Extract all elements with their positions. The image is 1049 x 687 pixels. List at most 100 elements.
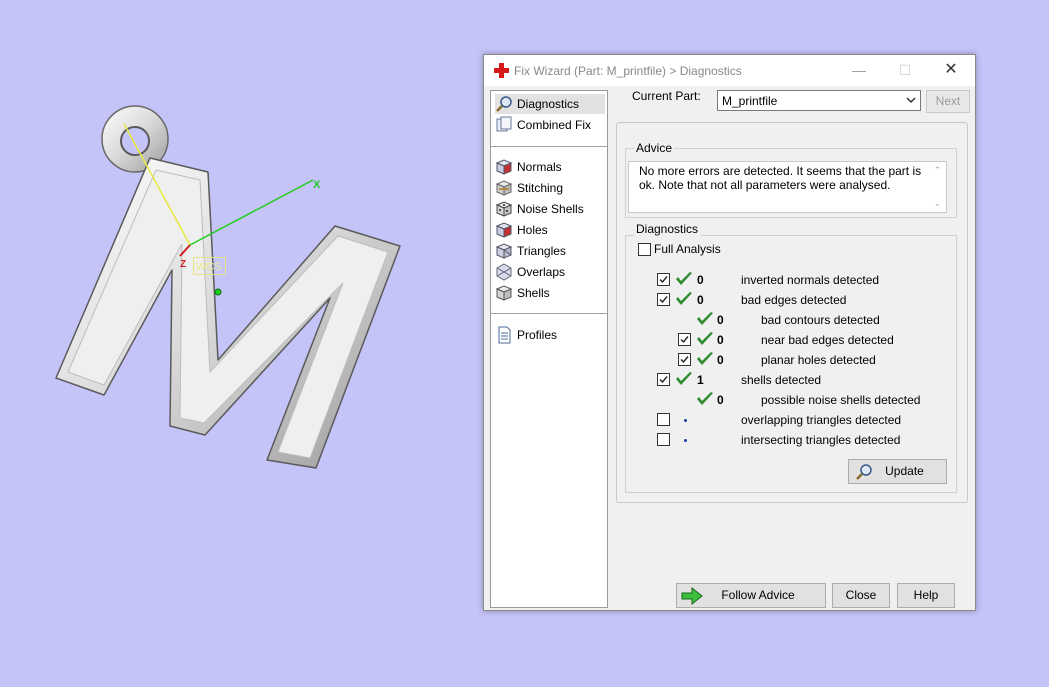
advice-textbox[interactable]: No more errors are detected. It seems th… [628,161,947,213]
update-button[interactable]: Update [848,459,947,484]
not-analysed-dot-icon [684,419,687,422]
stitching-icon [495,180,513,196]
diagnostics-group-title: Diagnostics [634,222,701,236]
nav-label: Diagnostics [517,97,580,111]
nav-label: Normals [517,160,562,174]
full-analysis-label: Full Analysis [654,242,721,256]
diagnostic-checkbox[interactable] [678,333,691,346]
diagnostic-count: 0 [697,293,704,307]
follow-advice-button[interactable]: Follow Advice [676,583,826,608]
chevron-down-icon [906,97,916,104]
checkmark-icon [659,376,668,384]
diagnostic-count: 0 [697,273,704,287]
follow-advice-label: Follow Advice [721,588,795,602]
red-cross-icon [494,63,509,78]
green-check-icon [675,291,693,307]
nav-item-shells[interactable]: Shells [495,283,605,303]
next-button[interactable]: Next [926,90,970,113]
nav-label: Triangles [517,244,566,258]
diagnostic-count: 0 [717,393,724,407]
diagnostic-label: inverted normals detected [741,273,880,287]
diagnostic-label: bad contours detected [761,313,880,327]
nav-item-diagnostics[interactable]: Diagnostics [495,94,605,114]
nav-label: Noise Shells [517,202,584,216]
normals-cube-icon [495,159,513,175]
title-bar[interactable]: Fix Wizard (Part: M_printfile) > Diagnos… [484,55,975,86]
wizard-nav-panel: Diagnostics Combined Fix Normals Stitchi… [490,90,608,608]
shells-icon [495,285,513,301]
close-button[interactable]: Close [832,583,890,608]
model-m-letter [55,105,401,469]
not-analysed-dot-icon [684,439,687,442]
noise-shells-icon [495,201,513,217]
nav-item-holes[interactable]: Holes [495,220,605,240]
holes-icon [495,222,513,238]
nav-label: Holes [517,223,548,237]
nav-item-profiles[interactable]: Profiles [495,325,605,345]
nav-label: Stitching [517,181,564,195]
checkmark-icon [659,296,668,304]
nav-item-combined-fix[interactable]: Combined Fix [495,115,605,135]
minimize-button[interactable]: — [836,55,882,86]
nav-label: Overlaps [517,265,566,279]
nav-label: Shells [517,286,550,300]
profiles-icon [498,326,511,344]
nav-item-triangles[interactable]: Triangles [495,241,605,261]
nav-item-normals[interactable]: Normals [495,157,605,177]
update-label: Update [885,464,924,478]
full-analysis-checkbox[interactable] [638,243,651,256]
checkmark-icon [680,356,689,364]
current-part-label: Current Part: [632,89,701,103]
checkmark-icon [680,336,689,344]
diagnostic-checkbox[interactable] [657,293,670,306]
nav-separator [491,313,607,314]
green-check-icon [675,271,693,287]
scroll-down-icon[interactable]: ⌄ [932,198,943,208]
green-arrow-icon [681,587,703,605]
diagnostic-checkbox[interactable] [657,433,670,446]
advice-text: No more errors are detected. It seems th… [639,164,922,192]
diagnostic-checkbox[interactable] [657,273,670,286]
green-check-icon [696,331,714,347]
nav-label: Profiles [517,328,558,342]
nav-item-stitching[interactable]: Stitching [495,178,605,198]
diagnostic-checkbox[interactable] [657,373,670,386]
magnifier-icon [496,96,512,112]
wcs-label: WCS [193,257,226,275]
green-check-icon [696,351,714,367]
3d-viewport[interactable]: X Z WCS [0,0,470,687]
diagnostic-count: 1 [697,373,704,387]
fix-wizard-dialog: Fix Wizard (Part: M_printfile) > Diagnos… [483,54,976,611]
maximize-button[interactable]: ☐ [882,55,928,86]
nav-label: Combined Fix [517,118,592,132]
checkmark-icon [659,276,668,284]
diagnostic-label: shells detected [741,373,822,387]
current-part-dropdown[interactable]: M_printfile [717,90,921,111]
green-check-icon [675,371,693,387]
nav-item-overlaps[interactable]: Overlaps [495,262,605,282]
advice-group-title: Advice [634,141,675,155]
diagnostic-checkbox[interactable] [678,353,691,366]
help-button[interactable]: Help [897,583,955,608]
axis-z-label: Z [180,259,187,270]
nav-separator [491,146,607,147]
diagnostic-checkbox[interactable] [657,413,670,426]
diagnostic-label: near bad edges detected [761,333,894,347]
green-check-icon [696,391,714,407]
magnifier-icon [856,464,872,480]
diagnostic-count: 0 [717,313,724,327]
overlaps-icon [496,263,512,281]
green-check-icon [696,311,714,327]
diagnostic-count: 0 [717,333,724,347]
axis-x-label: X [313,179,321,191]
nav-item-noise-shells[interactable]: Noise Shells [495,199,605,219]
diagnostic-label: overlapping triangles detected [741,413,902,427]
close-window-button[interactable]: ✕ [928,55,974,86]
diagnostic-label: possible noise shells detected [761,393,921,407]
combined-fix-icon [496,116,512,132]
diagnostic-label: intersecting triangles detected [741,433,901,447]
scroll-up-icon[interactable]: ⌃ [932,165,943,175]
current-part-value: M_printfile [722,94,778,108]
triangles-icon [495,243,513,259]
window-title: Fix Wizard (Part: M_printfile) > Diagnos… [514,64,742,78]
